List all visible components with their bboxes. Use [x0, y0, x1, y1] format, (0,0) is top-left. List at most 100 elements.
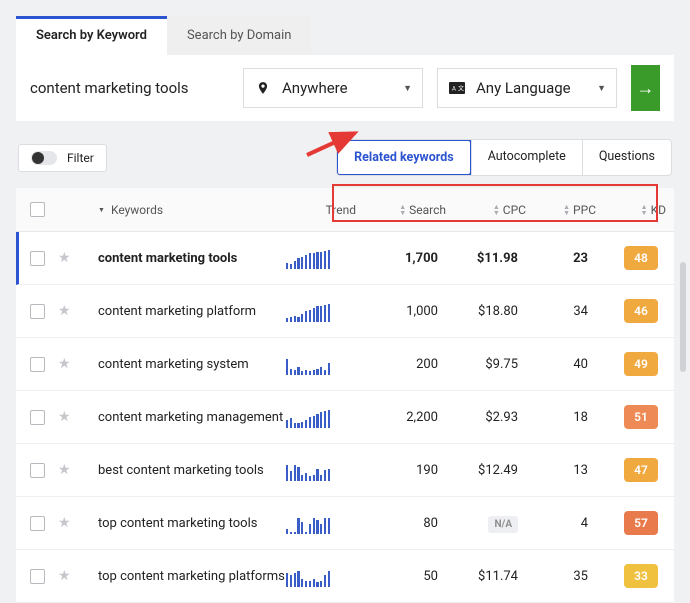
cpc-cell: $9.75: [446, 357, 526, 372]
tab-questions[interactable]: Questions: [582, 140, 671, 175]
row-checkbox[interactable]: [30, 463, 45, 478]
row-checkbox[interactable]: [30, 357, 45, 372]
favorite-star-icon[interactable]: ★: [58, 303, 71, 319]
search-volume-cell: 2,200: [356, 410, 446, 425]
kd-badge: 51: [624, 405, 658, 429]
row-checkbox[interactable]: [30, 410, 45, 425]
col-cpc[interactable]: CPC: [503, 203, 526, 217]
ppc-cell: 34: [526, 304, 596, 319]
arrow-right-icon: →: [637, 78, 655, 99]
search-volume-cell: 1,700: [356, 251, 446, 266]
favorite-star-icon[interactable]: ★: [58, 462, 71, 478]
ppc-cell: 40: [526, 357, 596, 372]
trend-sparkline: [286, 247, 356, 269]
search-volume-cell: 200: [356, 357, 446, 372]
filter-label: Filter: [67, 151, 94, 165]
ppc-cell: 18: [526, 410, 596, 425]
table-row: ★content marketing platform1,000$18.8034…: [16, 285, 674, 338]
cpc-cell: $11.74: [446, 569, 526, 584]
ppc-cell: 23: [526, 251, 596, 266]
row-checkbox[interactable]: [30, 569, 45, 584]
table-row: ★top content marketing tools80N/A457: [16, 497, 674, 550]
location-pin-icon: [254, 79, 272, 97]
kd-badge: 48: [624, 246, 658, 270]
row-checkbox[interactable]: [30, 251, 45, 266]
language-dropdown[interactable]: A文 Any Language ▼: [437, 68, 617, 108]
favorite-star-icon[interactable]: ★: [58, 568, 71, 584]
ppc-cell: 35: [526, 569, 596, 584]
keyword-cell[interactable]: top content marketing tools: [98, 516, 286, 531]
sort-desc-icon: ▼: [98, 206, 105, 214]
search-submit-button[interactable]: →: [631, 65, 660, 111]
top-tabs: Search by Keyword Search by Domain: [16, 16, 674, 55]
cpc-cell: N/A: [446, 516, 526, 531]
kd-badge: 33: [624, 564, 658, 588]
table-row: ★ content marketing system 200$9.7540 49: [16, 338, 674, 391]
sort-icon: ▲▼: [641, 204, 648, 216]
kd-badge: 49: [624, 352, 658, 376]
col-search[interactable]: Search: [409, 203, 446, 217]
search-volume-cell: 1,000: [356, 304, 446, 319]
filter-toggle-group[interactable]: Filter: [18, 144, 107, 172]
keyword-cell[interactable]: content marketing tools: [98, 251, 286, 266]
svg-text:文: 文: [458, 85, 464, 93]
favorite-star-icon[interactable]: ★: [58, 250, 71, 266]
select-all-checkbox[interactable]: [30, 202, 45, 217]
keyword-cell[interactable]: top content marketing platforms: [98, 569, 286, 584]
sort-icon: ▲▼: [563, 204, 570, 216]
trend-sparkline: [286, 353, 356, 375]
location-dropdown[interactable]: Anywhere ▼: [243, 68, 423, 108]
location-label: Anywhere: [282, 79, 403, 97]
scrollbar[interactable]: [680, 262, 686, 372]
ppc-cell: 4: [526, 516, 596, 531]
cpc-cell: $11.98: [446, 251, 526, 266]
table-row: ★ best content marketing tools 190$12.4913…: [16, 444, 674, 497]
chevron-down-icon: ▼: [597, 83, 606, 94]
trend-sparkline: [286, 459, 356, 481]
row-checkbox[interactable]: [30, 516, 45, 531]
keyword-cell[interactable]: content marketing management: [98, 410, 286, 425]
keyword-input[interactable]: [30, 79, 229, 97]
tab-related-keywords[interactable]: Related keywords: [336, 139, 472, 176]
ppc-cell: 13: [526, 463, 596, 478]
svg-text:A: A: [452, 86, 456, 93]
kd-badge: 46: [624, 299, 658, 323]
trend-sparkline: [286, 512, 356, 534]
cpc-cell: $12.49: [446, 463, 526, 478]
tab-autocomplete[interactable]: Autocomplete: [471, 140, 582, 175]
sort-icon: ▲▼: [399, 204, 406, 216]
col-ppc[interactable]: PPC: [573, 203, 596, 217]
table-header: ▼Keywords Trend ▲▼Search ▲▼CPC ▲▼PPC ▲▼K…: [16, 188, 674, 232]
table-row: ★ content marketing management 2,200$2.931…: [16, 391, 674, 444]
table-body: ★content marketing tools1,700$11.982348★…: [16, 232, 674, 603]
filter-toggle[interactable]: [31, 151, 57, 165]
keyword-cell[interactable]: content marketing platform: [98, 304, 286, 319]
search-volume-cell: 50: [356, 569, 446, 584]
keyword-cell[interactable]: content marketing system: [98, 357, 286, 372]
language-icon: A文: [448, 79, 466, 97]
kd-badge: 47: [624, 458, 658, 482]
chevron-down-icon: ▼: [403, 83, 412, 94]
search-volume-cell: 190: [356, 463, 446, 478]
tab-search-keyword[interactable]: Search by Keyword: [16, 16, 167, 55]
cpc-cell: $2.93: [446, 410, 526, 425]
favorite-star-icon[interactable]: ★: [58, 356, 71, 372]
keywords-table: ▼Keywords Trend ▲▼Search ▲▼CPC ▲▼PPC ▲▼K…: [16, 188, 674, 603]
favorite-star-icon[interactable]: ★: [58, 515, 71, 531]
search-row: Anywhere ▼ A文 Any Language ▼ →: [16, 55, 674, 121]
tab-search-domain[interactable]: Search by Domain: [167, 16, 312, 55]
table-row: ★ content marketing tools 1,700$11.9823 48: [16, 232, 674, 285]
kd-badge: 57: [624, 511, 658, 535]
favorite-star-icon[interactable]: ★: [58, 409, 71, 425]
col-keywords[interactable]: Keywords: [111, 203, 163, 217]
keyword-cell[interactable]: best content marketing tools: [98, 463, 286, 478]
trend-sparkline: [286, 406, 356, 428]
trend-sparkline: [286, 565, 356, 587]
table-row: ★ top content marketing platforms 50$11.74…: [16, 550, 674, 603]
col-kd[interactable]: KD: [651, 203, 666, 217]
col-trend[interactable]: Trend: [326, 203, 356, 217]
sort-icon: ▲▼: [493, 204, 500, 216]
result-mode-tabs: Related keywords Autocomplete Questions: [336, 139, 672, 176]
trend-sparkline: [286, 300, 356, 322]
row-checkbox[interactable]: [30, 304, 45, 319]
